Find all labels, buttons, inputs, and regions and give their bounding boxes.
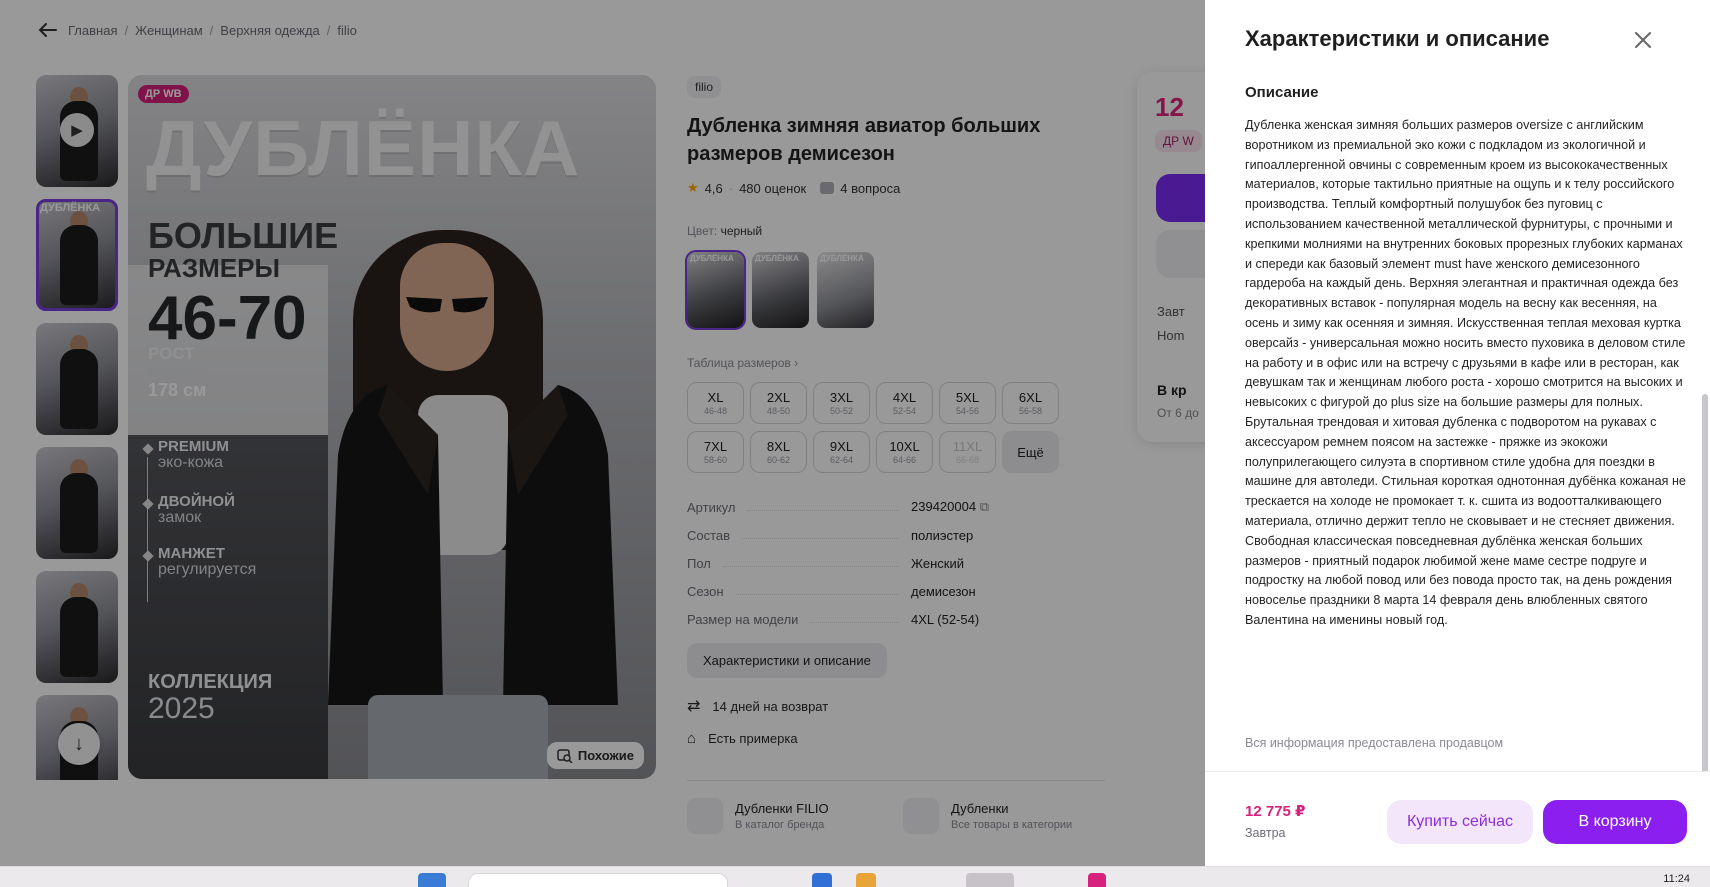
panel-scroll-area[interactable]: Описание Дубленка женская зимняя больших… — [1205, 76, 1705, 771]
windows-start-icon[interactable] — [418, 873, 446, 887]
modal-backdrop[interactable] — [0, 0, 1205, 866]
buy-now-button[interactable]: Купить сейчас — [1387, 800, 1533, 844]
description-text: Дубленка женская зимняя больших размеров… — [1245, 118, 1686, 627]
taskbar-clock: 11:24 — [1663, 873, 1690, 885]
folder-icon[interactable] — [856, 873, 876, 887]
close-icon[interactable] — [1633, 30, 1653, 50]
description-heading: Описание — [1245, 84, 1319, 101]
store-app-icon[interactable] — [1088, 873, 1106, 887]
browser-app-icon[interactable] — [966, 873, 1014, 887]
seller-note: Вся информация предоставлена продавцом — [1245, 736, 1504, 750]
footer-price: 12 775 ₽ — [1245, 803, 1306, 820]
panel-scrollbar[interactable] — [1702, 394, 1708, 774]
add-to-cart-button[interactable]: В корзину — [1543, 800, 1687, 844]
taskbar: 11:24 — [0, 866, 1710, 887]
panel-title: Характеристики и описание — [1245, 26, 1550, 51]
footer-delivery: Завтра — [1245, 826, 1286, 840]
taskbar-search[interactable] — [468, 873, 728, 887]
panel-footer: 12 775 ₽ Завтра Купить сейчас В корзину — [1205, 771, 1710, 866]
characteristics-panel: Характеристики и описание Описание Дубле… — [1205, 0, 1710, 866]
edge-icon[interactable] — [812, 873, 832, 887]
